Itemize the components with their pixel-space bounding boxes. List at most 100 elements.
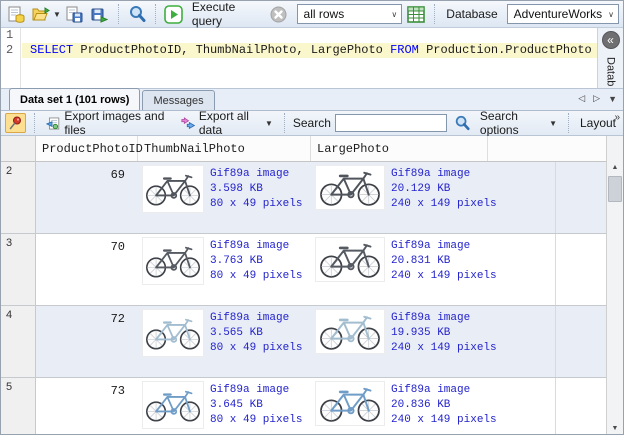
search-icon[interactable]	[451, 113, 473, 133]
side-panel-tab-database[interactable]: Datab	[605, 57, 617, 86]
toolbar-separator	[33, 113, 35, 133]
tab-messages[interactable]: Messages	[142, 90, 215, 110]
toolbar-separator	[117, 4, 119, 24]
chevron-down-icon: ▼	[264, 118, 273, 128]
export-all-data-button[interactable]: Export all data ▼	[178, 109, 276, 137]
image-metadata: Gif89a image 20.831 KB 240 x 149 pixels	[391, 240, 497, 282]
scroll-up-icon[interactable]: ▲	[607, 160, 623, 175]
pin-icon[interactable]	[5, 113, 26, 133]
chevron-down-icon: ∨	[608, 9, 614, 19]
sql-line-2: SELECT ProductPhotoID, ThumbNailPhoto, L…	[22, 43, 597, 58]
tab-dataset-label: Data set 1 (101 rows)	[20, 93, 130, 106]
sql-text: Production.ProductPhoto	[418, 43, 592, 57]
grid-view-icon[interactable]	[405, 3, 427, 25]
layout-label: Layout	[579, 116, 617, 130]
tab-dataset[interactable]: Data set 1 (101 rows)	[9, 88, 141, 110]
save-results-icon[interactable]	[89, 3, 111, 25]
search-label: Search	[292, 116, 331, 130]
collapsed-side-panel: « Datab	[597, 28, 623, 88]
cell-largephoto[interactable]: Gif89a image 20.831 KB 240 x 149 pixels	[311, 234, 556, 305]
results-toolbar: Export images and files Export all data …	[1, 109, 623, 137]
cell-productphotoid[interactable]: 73	[36, 378, 138, 434]
export-all-data-label: Export all data	[198, 109, 249, 137]
vertical-scrollbar[interactable]: ▲ ▼	[606, 136, 623, 434]
cell-largephoto[interactable]: Gif89a image 19.935 KB 240 x 149 pixels	[311, 306, 556, 377]
image-metadata: Gif89a image 20.129 KB 240 x 149 pixels	[391, 168, 497, 210]
thumbnail-image	[142, 309, 204, 357]
table-row: 5 73 Gif89a image 3.645 KB 80 x 49 pixel…	[1, 378, 608, 434]
cell-thumbnailphoto[interactable]: Gif89a image 3.645 KB 80 x 49 pixels	[138, 378, 311, 434]
prev-tab-icon[interactable]: ◁	[578, 93, 585, 104]
thumbnail-image	[142, 381, 204, 429]
result-tabbar: Data set 1 (101 rows) Messages ◁ ▷ ▼	[1, 88, 623, 111]
row-number[interactable]: 2	[1, 162, 36, 233]
column-header-productphotoid[interactable]: ProductPhotoID	[36, 136, 143, 161]
toolbar-separator	[283, 113, 285, 133]
cell-productphotoid[interactable]: 70	[36, 234, 138, 305]
execute-query-icon[interactable]	[163, 3, 185, 25]
new-query-icon[interactable]	[5, 3, 27, 25]
open-file-icon[interactable]	[30, 3, 52, 25]
main-toolbar: ▼ Execute query all rows ∨ Database Adve…	[1, 1, 623, 28]
line-number-gutter: 1 2	[1, 28, 21, 88]
export-all-data-icon	[181, 117, 195, 130]
thumbnail-image	[142, 165, 204, 213]
cell-largephoto[interactable]: Gif89a image 20.836 KB 240 x 149 pixels	[311, 378, 556, 434]
row-number[interactable]: 3	[1, 234, 36, 305]
stop-query-icon[interactable]	[268, 3, 290, 25]
sql-editor: 1 2 SELECT ProductPhotoID, ThumbNailPhot…	[1, 28, 623, 89]
toolbar-separator	[567, 113, 569, 133]
column-header-largephoto[interactable]: LargePhoto	[311, 136, 488, 161]
scrollbar-thumb[interactable]	[608, 176, 622, 202]
sql-keyword: SELECT	[30, 43, 74, 57]
row-number-header	[1, 136, 36, 161]
save-query-icon[interactable]	[64, 3, 86, 25]
database-value: AdventureWorks	[513, 7, 603, 21]
cell-thumbnailphoto[interactable]: Gif89a image 3.763 KB 80 x 49 pixels	[138, 234, 311, 305]
cell-largephoto[interactable]: Gif89a image 20.129 KB 240 x 149 pixels	[311, 162, 556, 233]
column-header-thumbnailphoto[interactable]: ThumbNailPhoto	[138, 136, 311, 161]
grid-header: ProductPhotoID ThumbNailPhoto LargePhoto	[1, 136, 608, 162]
cell-thumbnailphoto[interactable]: Gif89a image 3.598 KB 80 x 49 pixels	[138, 162, 311, 233]
toolbar-separator	[434, 4, 436, 24]
line-number: 2	[6, 43, 14, 57]
query-tool-window: ▼ Execute query all rows ∨ Database Adve…	[0, 0, 624, 435]
tab-navigation: ◁ ▷ ▼	[578, 93, 617, 104]
line-number: 1	[6, 28, 14, 42]
find-icon[interactable]	[126, 3, 148, 25]
tab-list-icon[interactable]: ▼	[608, 94, 617, 104]
table-row: 3 70 Gif89a image 3.763 KB 80 x 49 pixel…	[1, 234, 608, 306]
row-number[interactable]: 5	[1, 378, 36, 434]
rows-limit-select[interactable]: all rows ∨	[296, 4, 403, 24]
table-row: 4 72 Gif89a image 3.565 KB 80 x 49 pixel…	[1, 306, 608, 378]
image-metadata: Gif89a image 3.598 KB 80 x 49 pixels	[210, 168, 303, 210]
cell-productphotoid[interactable]: 69	[36, 162, 138, 233]
large-image	[315, 165, 385, 210]
sql-text: ProductPhotoID, ThumbNailPhoto, LargePho…	[73, 43, 391, 57]
image-metadata: Gif89a image 3.763 KB 80 x 49 pixels	[210, 240, 303, 282]
toolbar-overflow-icon[interactable]: »	[614, 112, 620, 123]
database-label: Database	[446, 7, 498, 21]
sql-line-1	[22, 28, 597, 43]
tab-messages-label: Messages	[153, 94, 204, 107]
search-options-button[interactable]: Search options ▼	[477, 109, 560, 137]
execute-query-label[interactable]: Execute query	[192, 1, 259, 28]
image-metadata: Gif89a image 20.836 KB 240 x 149 pixels	[391, 384, 497, 426]
rows-limit-value: all rows	[303, 7, 345, 21]
database-select[interactable]: AdventureWorks ∨	[506, 4, 619, 24]
chevron-down-icon: ▼	[549, 118, 557, 128]
row-number[interactable]: 4	[1, 306, 36, 377]
search-options-label: Search options	[479, 109, 519, 137]
chevron-down-icon: ∨	[391, 9, 398, 19]
large-image	[315, 309, 385, 354]
search-input[interactable]	[334, 114, 447, 132]
scroll-down-icon[interactable]: ▼	[607, 421, 623, 434]
export-images-button[interactable]: Export images and files	[43, 109, 174, 137]
layout-button[interactable]: Layout	[577, 113, 619, 133]
next-tab-icon[interactable]: ▷	[593, 93, 600, 104]
cell-thumbnailphoto[interactable]: Gif89a image 3.565 KB 80 x 49 pixels	[138, 306, 311, 377]
expand-panel-icon[interactable]: «	[601, 31, 620, 49]
cell-productphotoid[interactable]: 72	[36, 306, 138, 377]
sql-code-area[interactable]: SELECT ProductPhotoID, ThumbNailPhoto, L…	[22, 28, 597, 88]
open-dropdown-caret[interactable]: ▼	[53, 10, 61, 19]
